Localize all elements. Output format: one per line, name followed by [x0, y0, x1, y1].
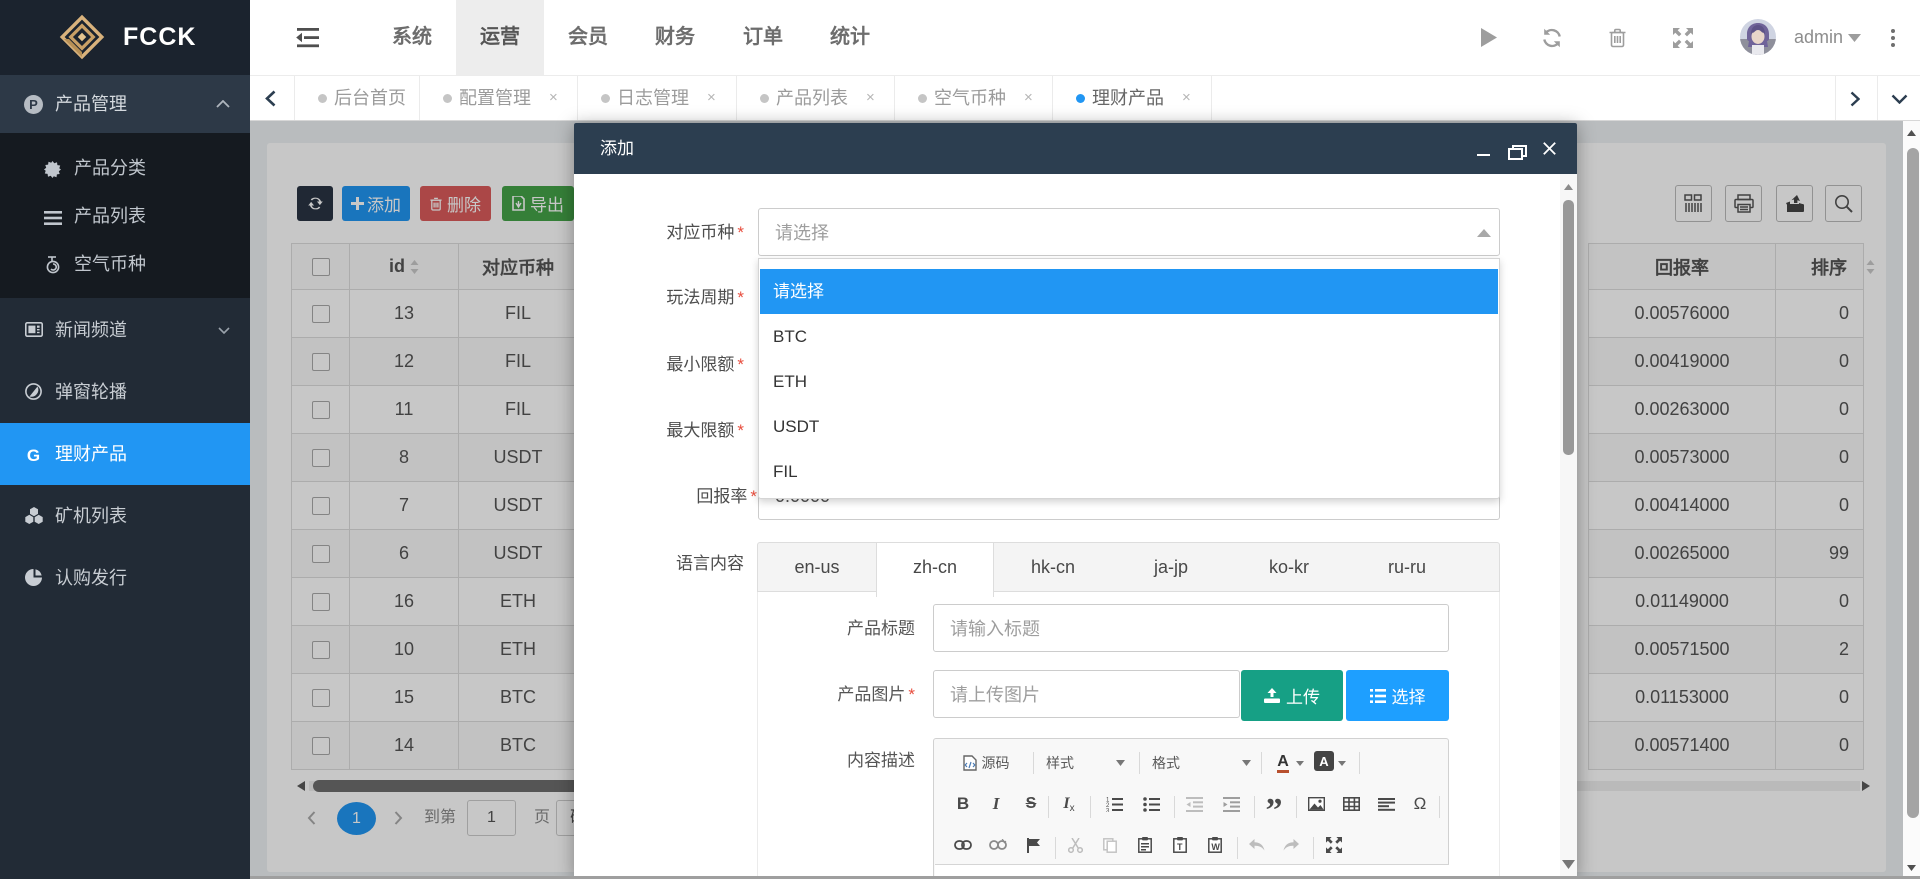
svg-text:T: T — [1177, 842, 1183, 852]
svg-text:3: 3 — [1106, 808, 1110, 811]
svg-text:W: W — [1211, 842, 1220, 852]
